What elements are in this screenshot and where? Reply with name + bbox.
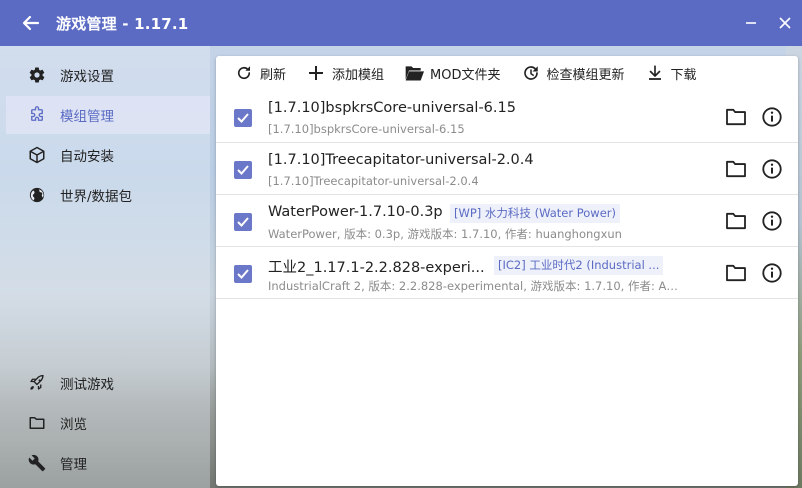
folder-icon (26, 412, 48, 434)
mod-folder-label: MOD文件夹 (430, 67, 501, 83)
sidebar: 游戏设置 模组管理 自动安装 世界/数据包 测试游戏 浏览 管理 (0, 46, 210, 488)
list-item[interactable]: 工业2_1.17.1-2.2.828-experi... [IC2] 工业时代2… (216, 247, 798, 299)
list-item[interactable]: [1.7.10]bspkrsCore-universal-6.15 [1.7.1… (216, 91, 798, 143)
arrow-left-icon (22, 15, 40, 31)
sidebar-item-label: 模组管理 (60, 109, 114, 125)
check-updates-label: 检查模组更新 (546, 67, 625, 83)
mod-details: WaterPower, 版本: 0.3p, 游戏版本: 1.7.10, 作者: … (268, 227, 622, 241)
refresh-button[interactable]: 刷新 (226, 56, 294, 90)
sidebar-item-browse[interactable]: 浏览 (6, 404, 210, 442)
info-button[interactable] (760, 209, 784, 233)
mod-checkbox[interactable] (234, 265, 252, 283)
open-folder-button[interactable] (724, 159, 748, 179)
check-updates-button[interactable]: 检查模组更新 (513, 56, 633, 90)
sidebar-item-label: 游戏设置 (60, 69, 114, 85)
download-label: 下载 (670, 67, 697, 83)
checkmark-icon (237, 269, 249, 279)
download-button[interactable]: 下载 (637, 56, 705, 90)
open-folder-button[interactable] (724, 107, 748, 127)
minimize-button[interactable] (734, 0, 768, 46)
close-icon (779, 17, 791, 29)
folder-icon (726, 160, 746, 178)
add-mod-label: 添加模组 (332, 67, 385, 83)
plus-icon (306, 63, 326, 83)
sidebar-item-test-game[interactable]: 测试游戏 (6, 364, 210, 402)
mod-name: WaterPower-1.7.10-0.3p (268, 204, 443, 220)
refresh-icon (234, 63, 254, 83)
info-button[interactable] (760, 157, 784, 181)
sidebar-item-label: 自动安装 (60, 149, 114, 165)
sidebar-item-worlds-datapacks[interactable]: 世界/数据包 (6, 176, 210, 214)
info-button[interactable] (760, 105, 784, 129)
globe-icon (26, 184, 48, 206)
update-icon (521, 63, 541, 83)
sidebar-item-manage[interactable]: 管理 (6, 444, 210, 482)
refresh-label: 刷新 (260, 67, 287, 83)
folder-icon (726, 212, 746, 230)
mod-folder-button[interactable]: MOD文件夹 (396, 56, 508, 90)
sidebar-item-label: 测试游戏 (60, 377, 114, 393)
minimize-icon (746, 22, 756, 24)
mod-tag: [IC2] 工业时代2 (Industrial ... (494, 256, 664, 275)
cube-icon (26, 144, 48, 166)
list-item[interactable]: WaterPower-1.7.10-0.3p [WP] 水力科技 (Water … (216, 195, 798, 247)
mod-details: [1.7.10]bspkrsCore-universal-6.15 (268, 122, 465, 136)
sidebar-item-label: 世界/数据包 (60, 189, 133, 205)
checkmark-icon (237, 165, 249, 175)
gear-icon (26, 64, 48, 86)
folder-icon (726, 264, 746, 282)
list-item[interactable]: [1.7.10]Treecapitator-universal-2.0.4 [1… (216, 143, 798, 195)
mod-name: [1.7.10]Treecapitator-universal-2.0.4 (268, 152, 534, 168)
info-icon (762, 211, 782, 231)
mod-checkbox[interactable] (234, 213, 252, 231)
mod-details: IndustrialCraft 2, 版本: 2.2.828-experimen… (268, 279, 678, 293)
info-icon (762, 159, 782, 179)
wrench-icon (26, 452, 48, 474)
mod-panel: 刷新 添加模组 MOD文件夹 检查模组更新 下载 [1.7.10]bspkrsC… (216, 56, 798, 486)
close-button[interactable] (768, 0, 802, 46)
mod-checkbox[interactable] (234, 109, 252, 127)
mod-tag: [WP] 水力科技 (Water Power) (450, 204, 620, 223)
back-button[interactable] (16, 8, 46, 38)
checkmark-icon (237, 217, 249, 227)
open-folder-button[interactable] (724, 211, 748, 231)
mod-details: [1.7.10]Treecapitator-universal-2.0.4 (268, 174, 479, 188)
download-icon (645, 63, 665, 83)
sidebar-item-label: 浏览 (60, 417, 87, 433)
toolbar: 刷新 添加模组 MOD文件夹 检查模组更新 下载 (216, 56, 798, 90)
mod-name: 工业2_1.17.1-2.2.828-experi... (268, 260, 485, 276)
add-mod-button[interactable]: 添加模组 (298, 56, 392, 90)
rocket-icon (26, 372, 48, 394)
open-folder-button[interactable] (724, 263, 748, 283)
folder-open-icon (404, 63, 425, 83)
window-title: 游戏管理 - 1.17.1 (56, 14, 189, 33)
sidebar-item-game-settings[interactable]: 游戏设置 (6, 56, 210, 94)
mod-list: [1.7.10]bspkrsCore-universal-6.15 [1.7.1… (216, 91, 798, 299)
mod-name: [1.7.10]bspkrsCore-universal-6.15 (268, 100, 516, 116)
puzzle-icon (26, 104, 48, 126)
checkmark-icon (237, 113, 249, 123)
info-icon (762, 263, 782, 283)
info-icon (762, 107, 782, 127)
folder-icon (726, 108, 746, 126)
info-button[interactable] (760, 261, 784, 285)
sidebar-item-label: 管理 (60, 457, 87, 473)
sidebar-item-mod-management[interactable]: 模组管理 (6, 96, 210, 134)
sidebar-item-auto-install[interactable]: 自动安装 (6, 136, 210, 174)
title-bar: 游戏管理 - 1.17.1 (0, 0, 802, 46)
mod-checkbox[interactable] (234, 161, 252, 179)
